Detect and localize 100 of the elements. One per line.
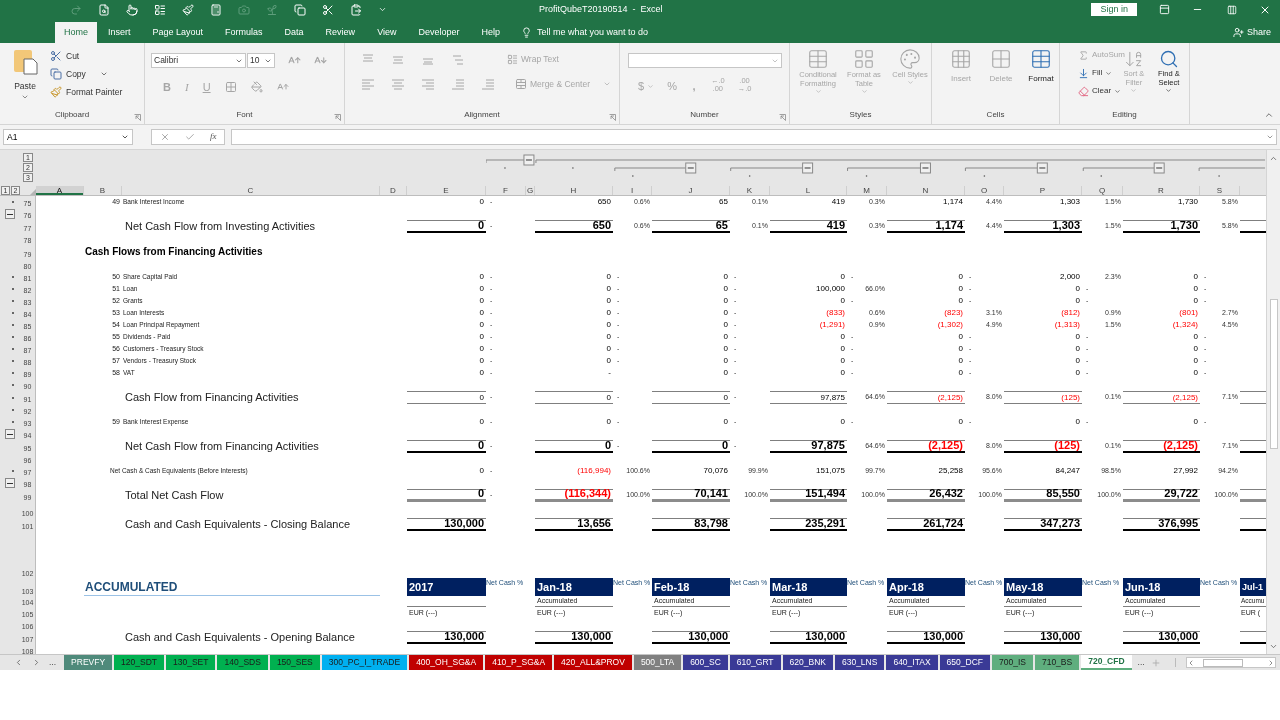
sheet-tab[interactable]: 130_SET [166, 655, 216, 670]
new-sheet-icon[interactable] [1150, 657, 1161, 668]
previous-sheet-icon[interactable] [14, 658, 23, 667]
ribbon-tab[interactable]: Home [55, 22, 97, 43]
sheet-tab[interactable]: 640_ITAX [886, 655, 938, 670]
more-sheets-button[interactable]: ... [1137, 656, 1145, 669]
next-sheet-icon[interactable] [32, 658, 41, 667]
column-header[interactable]: P [1004, 186, 1082, 195]
sign-in-button[interactable]: Sign in [1091, 3, 1137, 16]
scroll-down-icon[interactable] [1269, 642, 1278, 651]
column-header[interactable]: F [486, 186, 526, 195]
sheet-tab[interactable]: 650_DCF [939, 655, 990, 670]
name-box[interactable]: A1 [3, 129, 133, 145]
number-format-select[interactable] [628, 53, 782, 68]
redo-icon[interactable] [70, 3, 82, 16]
column-header[interactable]: B [84, 186, 122, 195]
column-header[interactable]: E [407, 186, 486, 195]
ribbon-tab[interactable]: Data [273, 22, 315, 43]
sheet-tab[interactable]: 610_GRT [729, 655, 781, 670]
sheet-tab[interactable]: PREVFY [64, 655, 113, 670]
tell-me-field[interactable]: Tell me what you want to do [537, 25, 649, 40]
fill-color-icon[interactable] [250, 81, 263, 94]
sheet-tab[interactable]: 400_OH_SG&A [409, 655, 484, 670]
scroll-thumb[interactable] [1202, 658, 1243, 667]
print-preview-icon[interactable] [98, 3, 110, 16]
column-header[interactable]: D [380, 186, 407, 195]
plant-icon[interactable] [266, 3, 278, 16]
ribbon-tab[interactable]: Help [470, 22, 512, 43]
ribbon-tab[interactable]: Developer [407, 22, 471, 43]
fill-button[interactable]: Fill [1078, 67, 1125, 79]
share-button[interactable]: Share [1232, 22, 1271, 43]
brush-icon[interactable] [182, 3, 194, 16]
ribbon-display-icon[interactable] [1159, 4, 1170, 15]
sheet-tab[interactable]: 420_ALL&PROV [554, 655, 632, 670]
column-header[interactable]: N [887, 186, 965, 195]
sheet-tab[interactable]: 630_LNS [834, 655, 885, 670]
sheet-tab[interactable]: 600_SC [683, 655, 728, 670]
paste-icon[interactable] [12, 49, 38, 75]
calculator-icon[interactable] [210, 3, 222, 16]
copy-button[interactable]: Copy [50, 67, 123, 81]
align-left-icon[interactable] [361, 78, 375, 91]
cancel-icon[interactable] [159, 132, 170, 142]
dialog-launcher-icon[interactable] [779, 114, 786, 121]
sheet-tab[interactable]: 620_BNK [782, 655, 833, 670]
ribbon-tab[interactable]: Insert [97, 22, 142, 43]
more-sheets-button[interactable]: ... [49, 656, 57, 669]
insert-function-button[interactable]: fx [209, 130, 217, 144]
align-middle-icon[interactable] [391, 53, 405, 66]
sheet-tab[interactable]: 700_IS [991, 655, 1033, 670]
sheet-tab[interactable]: 300_PC_I_TRADE [321, 655, 408, 670]
caret-icon[interactable] [647, 82, 655, 90]
touch-mode-icon[interactable] [126, 3, 138, 16]
sheet-tab[interactable]: 720_CFD [1081, 655, 1132, 670]
format-painter-button[interactable]: Format Painter [50, 85, 123, 99]
borders-icon[interactable] [224, 81, 237, 94]
column-header[interactable]: O [965, 186, 1004, 195]
cut-button[interactable]: Cut [50, 50, 123, 63]
dialog-launcher-icon[interactable] [609, 114, 616, 121]
vertical-scrollbar[interactable] [1266, 150, 1280, 654]
column-header[interactable]: C [122, 186, 380, 195]
column-header[interactable]: A [36, 186, 84, 195]
sheet-tab[interactable]: 500_LTA [633, 655, 682, 670]
column-header[interactable]: M [847, 186, 887, 195]
sheet-tab[interactable]: 140_SDS [217, 655, 268, 670]
sheet-tab[interactable]: 120_SDT [114, 655, 165, 670]
cells-button[interactable]: Format [1024, 48, 1058, 109]
ribbon-tab[interactable]: Formulas [214, 22, 274, 43]
dialog-launcher-icon[interactable] [134, 114, 141, 121]
horizontal-scrollbar[interactable] [1185, 657, 1276, 668]
sheet-tab[interactable]: 710_BS [1034, 655, 1080, 670]
form-icon[interactable] [154, 3, 166, 16]
copy-pages-icon[interactable] [294, 3, 306, 16]
ribbon-tab[interactable]: Page Layout [141, 22, 215, 43]
column-header[interactable]: H [535, 186, 613, 195]
formula-input[interactable] [231, 129, 1277, 145]
align-right-icon[interactable] [421, 78, 435, 91]
sheet-tab[interactable]: 410_P_SG&A [485, 655, 553, 670]
collapse-ribbon-icon[interactable] [1264, 110, 1274, 120]
align-center-icon[interactable] [391, 78, 405, 91]
scroll-thumb[interactable] [1269, 299, 1278, 449]
column-header[interactable]: Q [1082, 186, 1123, 195]
column-header[interactable]: J [652, 186, 730, 195]
column-header[interactable]: K [730, 186, 770, 195]
column-header[interactable]: G [526, 186, 535, 195]
cut-icon[interactable] [322, 3, 334, 16]
column-header[interactable]: L [770, 186, 847, 195]
column-header[interactable]: R [1123, 186, 1200, 195]
column-header[interactable]: I [613, 186, 652, 195]
ribbon-tab[interactable]: Review [314, 22, 367, 43]
sheet-tab[interactable]: 150_SES [269, 655, 320, 670]
ribbon-tab[interactable]: View [366, 22, 408, 43]
scroll-right-icon[interactable] [1267, 658, 1275, 667]
enter-icon[interactable] [184, 132, 195, 142]
clear-button[interactable]: Clear [1078, 85, 1125, 97]
column-header[interactable]: S [1200, 186, 1240, 195]
paste-icon[interactable] [350, 3, 362, 16]
scroll-up-icon[interactable] [1269, 154, 1278, 163]
camera-icon[interactable] [238, 3, 250, 16]
customize-toolbar-icon[interactable] [378, 5, 387, 14]
dialog-launcher-icon[interactable] [334, 114, 341, 121]
